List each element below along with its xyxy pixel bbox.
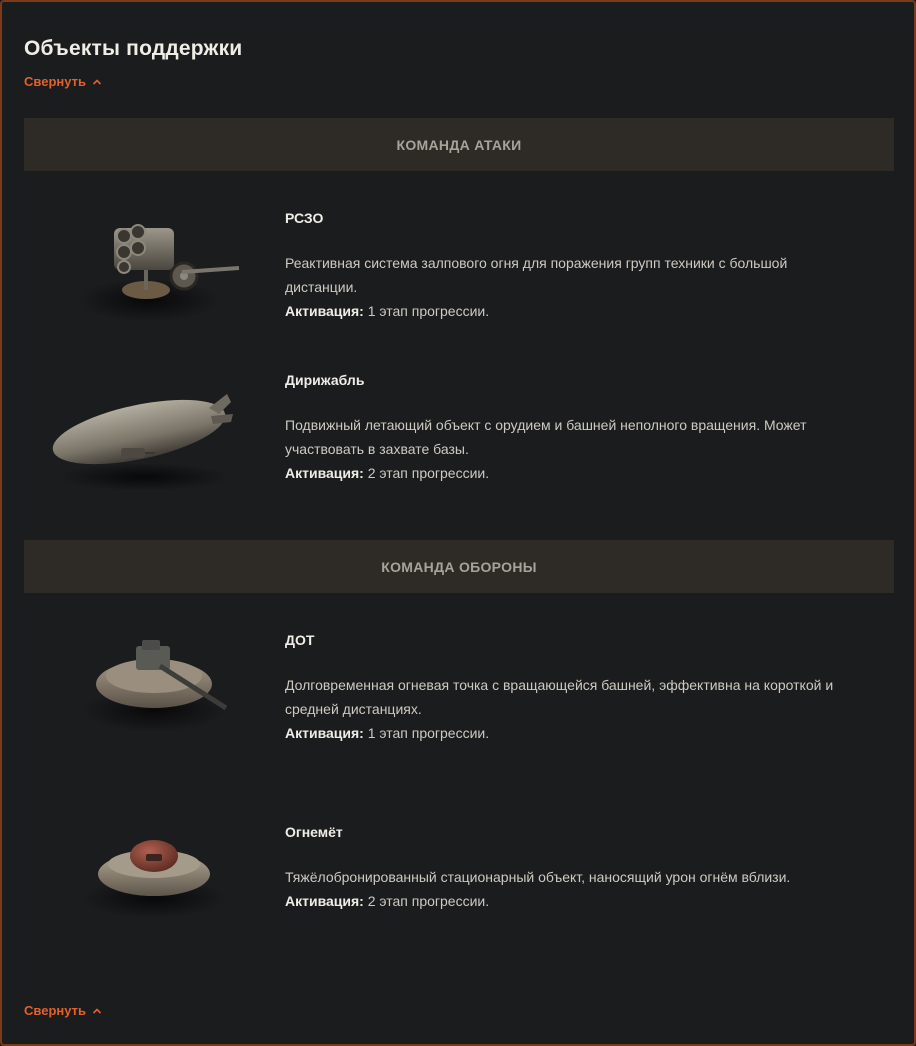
airship-icon bbox=[52, 394, 233, 491]
activation-value: 1 этап прогрессии. bbox=[367, 303, 490, 319]
item-description: Реактивная система залпового огня для по… bbox=[285, 255, 788, 295]
item-description: Долговременная огневая точка с вращающей… bbox=[285, 677, 834, 717]
item-name: Дирижабль bbox=[285, 372, 365, 388]
item-description: Тяжёлобронированный стационарный объект,… bbox=[285, 869, 791, 885]
collapse-button-bottom[interactable]: Свернуть bbox=[24, 1003, 102, 1018]
flamethrower-icon bbox=[82, 840, 226, 918]
activation-label: Активация: bbox=[285, 303, 364, 319]
item-activation: Активация: 2 этап прогрессии. bbox=[285, 461, 489, 485]
section-header-attack: КОМАНДА АТАКИ bbox=[24, 118, 894, 171]
activation-value: 2 этап прогрессии. bbox=[367, 465, 490, 481]
item-activation: Активация: 1 этап прогрессии. bbox=[285, 721, 489, 745]
activation-label: Активация: bbox=[285, 465, 364, 481]
rszo-icon bbox=[79, 224, 240, 322]
section-header-defense: КОМАНДА ОБОРОНЫ bbox=[24, 540, 894, 593]
item-name: ДОТ bbox=[285, 632, 315, 648]
support-item-airship: Дирижабль Подвижный летающий объект с ор… bbox=[24, 372, 894, 502]
bunker-icon bbox=[82, 640, 228, 732]
item-name: РСЗО bbox=[285, 210, 324, 226]
collapse-label: Свернуть bbox=[24, 74, 86, 89]
item-activation: Активация: 2 этап прогрессии. bbox=[285, 889, 489, 913]
item-activation: Активация: 1 этап прогрессии. bbox=[285, 299, 489, 323]
support-item-rszo: РСЗО Реактивная система залпового огня д… bbox=[24, 210, 894, 340]
support-objects-panel: Объекты поддержки Свернуть КОМАНДА АТАКИ bbox=[0, 0, 916, 1046]
chevron-up-icon bbox=[92, 1007, 102, 1014]
item-name: Огнемёт bbox=[285, 824, 343, 840]
activation-label: Активация: bbox=[285, 725, 364, 741]
page-title: Объекты поддержки bbox=[24, 37, 243, 60]
activation-label: Активация: bbox=[285, 893, 364, 909]
activation-value: 2 этап прогрессии. bbox=[367, 893, 490, 909]
chevron-up-icon bbox=[92, 78, 102, 85]
support-item-flamethrower: Огнемёт Тяжёлобронированный стационарный… bbox=[24, 824, 894, 954]
collapse-label: Свернуть bbox=[24, 1003, 86, 1018]
activation-value: 1 этап прогрессии. bbox=[367, 725, 490, 741]
item-description: Подвижный летающий объект с орудием и ба… bbox=[285, 417, 807, 457]
collapse-button-top[interactable]: Свернуть bbox=[24, 74, 102, 89]
support-item-bunker: ДОТ Долговременная огневая точка с враща… bbox=[24, 632, 894, 762]
